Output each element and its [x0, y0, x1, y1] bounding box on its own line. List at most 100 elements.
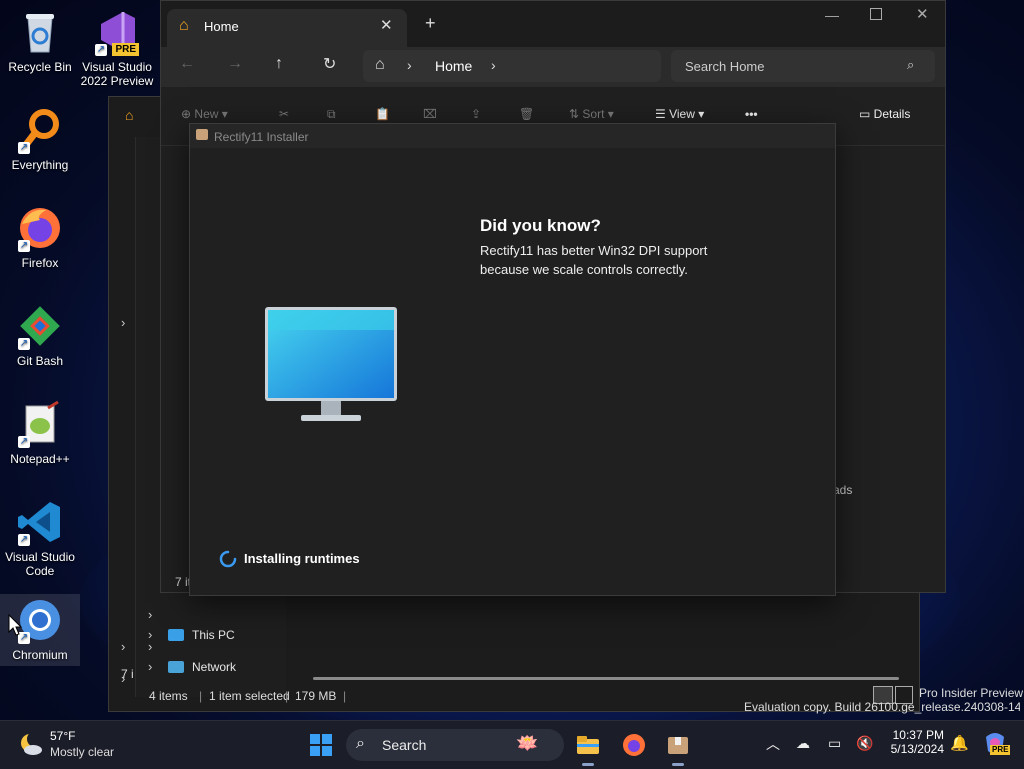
sort-label: Sort	[582, 107, 605, 121]
forward-arrow-icon[interactable]: →	[227, 55, 243, 73]
chevron-right-icon: ›	[491, 57, 496, 73]
pre-badge: PRE	[990, 745, 1011, 755]
copilot-icon[interactable]: PRE	[982, 731, 1011, 757]
tip-body: Rectify11 has better Win32 DPI support b…	[480, 243, 708, 277]
search-placeholder: Search Home	[685, 59, 765, 74]
installer-title-bar: Rectify11 Installer	[190, 124, 835, 148]
paste-icon[interactable]: 📋	[375, 107, 390, 121]
view-button[interactable]: ☰ View ▾	[655, 107, 704, 121]
installer-app-icon	[196, 129, 208, 140]
chevron-up-icon[interactable]: ︿	[766, 734, 780, 754]
refresh-icon[interactable]: ↻	[323, 54, 336, 74]
maximize-icon[interactable]	[870, 8, 882, 20]
tab-home[interactable]: ⌂ Home ✕	[167, 9, 407, 47]
installer-app-icon[interactable]	[666, 733, 690, 757]
install-status: Installing runtimes	[244, 551, 360, 566]
taskbar-search[interactable]: ⌕ Search 🪷	[346, 729, 564, 761]
search-icon: ⌕	[356, 735, 365, 752]
chevron-right-icon[interactable]: ›	[121, 315, 125, 330]
desktop-icon-label: Visual Studio Code	[5, 550, 75, 578]
firefox-icon[interactable]	[622, 733, 646, 757]
chevron-right-icon: ›	[407, 57, 412, 73]
taskbar: 57°F Mostly clear ⌕ Search 🪷 ︿ ☁ ▭ 🔇 10:…	[0, 720, 1024, 769]
details-pane-button[interactable]: ▭ Details	[859, 107, 910, 121]
notification-bell-icon[interactable]: 🔔	[950, 734, 969, 752]
shortcut-arrow-icon: ↗	[18, 436, 30, 448]
desktop-icon-vscode[interactable]: ↗ Visual Studio Code	[0, 498, 80, 578]
copy-icon[interactable]: ⧉	[327, 107, 336, 122]
close-window-icon[interactable]: ✕	[916, 5, 929, 23]
delete-icon[interactable]: 🗑	[519, 107, 534, 121]
loading-spinner-icon	[219, 550, 237, 568]
watermark-build: Evaluation copy. Build 26100.ge_release.…	[744, 700, 1020, 714]
new-tab-icon[interactable]: +	[425, 13, 436, 34]
installer-title: Rectify11 Installer	[214, 130, 309, 144]
chevron-right-icon[interactable]: ›	[121, 639, 125, 654]
close-tab-icon[interactable]: ✕	[380, 16, 393, 34]
chevron-right-icon[interactable]: ›	[148, 607, 152, 622]
breadcrumb[interactable]: ⌂ › Home ›	[363, 50, 661, 82]
windows-logo-icon	[310, 734, 332, 756]
clock-date: 5/13/2024	[890, 742, 944, 756]
shortcut-arrow-icon: ↗	[18, 338, 30, 350]
moon-cloud-icon	[21, 731, 43, 755]
desktop-icon-label: Everything	[11, 158, 69, 172]
notepad-plus-plus-icon: ↗	[16, 400, 64, 448]
status-divider: |	[343, 689, 347, 703]
start-button[interactable]	[309, 733, 333, 757]
sidebar-item-this-pc[interactable]: › This PC	[148, 627, 288, 647]
shortcut-arrow-icon: ↗	[18, 240, 30, 252]
breadcrumb-label[interactable]: Home	[435, 58, 472, 74]
watermark-edition: Pro Insider Preview	[919, 686, 1024, 700]
chevron-right-icon: ›	[148, 659, 153, 674]
magnifier-icon: ↗	[16, 106, 64, 154]
cut-icon[interactable]: ✂	[279, 107, 289, 121]
minimize-icon[interactable]: —	[825, 7, 839, 23]
details-label: Details	[873, 107, 911, 121]
more-options-button[interactable]: •••	[745, 107, 758, 121]
plus-circle-icon: ⊕	[181, 107, 192, 121]
horizontal-scrollbar[interactable]	[313, 677, 899, 680]
search-input[interactable]: Search Home ⌕	[671, 50, 935, 82]
desktop-icon-visual-studio[interactable]: ↗ PRE Visual Studio 2022 Preview	[77, 8, 157, 88]
desktop-icon-label: Recycle Bin	[8, 60, 72, 74]
tab-title: Home	[204, 19, 239, 34]
weather-widget[interactable]: 57°F Mostly clear	[14, 729, 134, 761]
desktop-icon-label: Firefox	[21, 256, 59, 270]
network-status-icon[interactable]: ▭	[828, 735, 841, 752]
home-icon: ⌂	[125, 107, 134, 123]
installer-dialog[interactable]: Rectify11 Installer Did you know? Rectif…	[189, 123, 836, 596]
volume-muted-icon[interactable]: 🔇	[856, 735, 873, 752]
monitor-icon	[168, 629, 184, 641]
clock[interactable]: 10:37 PM 5/13/2024	[884, 728, 944, 756]
sidebar-item-network[interactable]: › Network	[148, 659, 288, 679]
weather-temp: 57°F	[50, 729, 76, 743]
rename-icon[interactable]: ⌧	[423, 107, 437, 121]
desktop-icon-everything[interactable]: ↗ Everything	[0, 106, 80, 172]
view-label: View	[669, 107, 695, 121]
desktop-icon-firefox[interactable]: ↗ Firefox	[0, 204, 80, 270]
address-row: ← → ↑ ↻ ⌂ › Home › Search Home ⌕	[161, 47, 945, 87]
desktop-icon-notepad-plus-plus[interactable]: ↗ Notepad++	[0, 400, 80, 466]
shortcut-arrow-icon: ↗	[18, 534, 30, 546]
back-status-count: 7 i	[121, 667, 134, 681]
desktop-icon-label: Notepad++	[10, 452, 70, 466]
weather-condition: Mostly clear	[50, 745, 115, 759]
search-icon: ⌕	[907, 57, 915, 72]
clock-time: 10:37 PM	[892, 728, 944, 742]
tip-heading: Did you know?	[480, 216, 601, 235]
desktop-icon-label: Chromium	[12, 648, 68, 662]
desktop-icon-recycle-bin[interactable]: Recycle Bin	[0, 8, 80, 74]
visual-studio-icon: ↗ PRE	[93, 8, 141, 56]
new-button[interactable]: ⊕ New ▾	[181, 107, 228, 121]
vscode-icon: ↗	[16, 498, 64, 546]
up-arrow-icon[interactable]: ↑	[275, 55, 283, 73]
onedrive-offline-icon[interactable]: ☁	[796, 735, 810, 752]
firefox-icon: ↗	[16, 204, 64, 252]
share-icon[interactable]: ⇪	[471, 107, 481, 121]
pre-badge: PRE	[112, 43, 139, 56]
file-explorer-icon[interactable]	[576, 733, 600, 757]
sort-button[interactable]: ⇅ Sort ▾	[569, 107, 614, 121]
desktop-icon-git-bash[interactable]: ↗ Git Bash	[0, 302, 80, 368]
back-arrow-icon[interactable]: ←	[179, 55, 195, 73]
